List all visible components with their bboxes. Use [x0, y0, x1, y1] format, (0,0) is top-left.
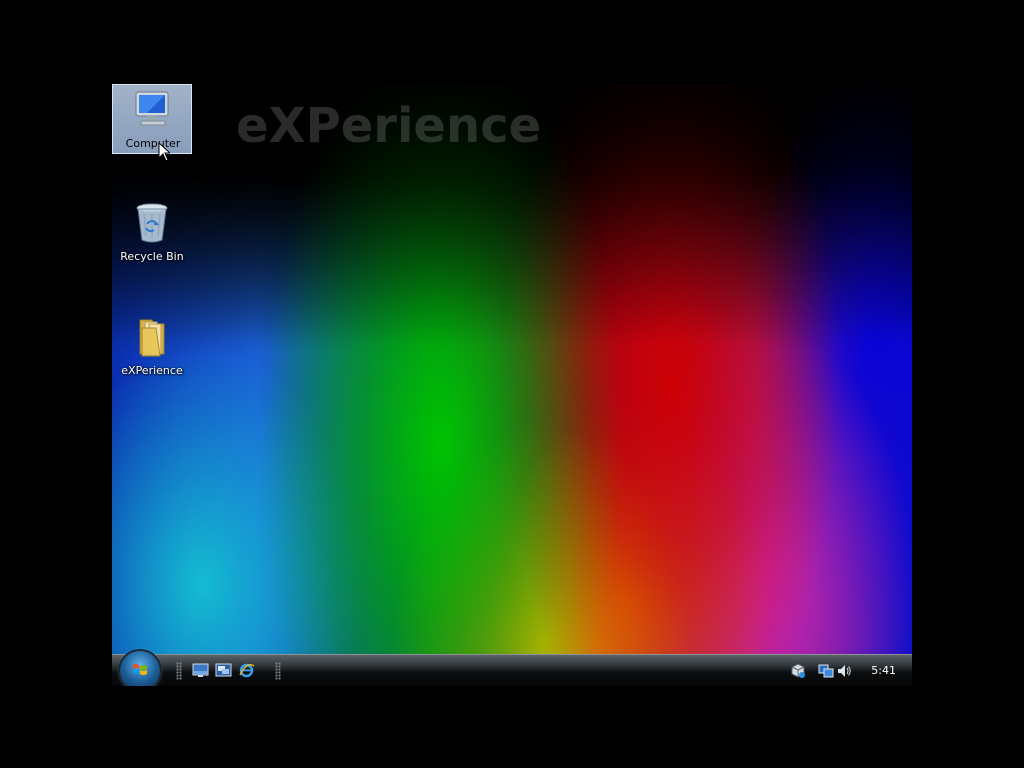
windows-orb-icon — [133, 664, 147, 675]
wallpaper-watermark: eXPerience — [236, 98, 542, 154]
switch-windows-icon[interactable] — [215, 663, 232, 678]
volume-icon[interactable] — [836, 663, 852, 679]
quick-launch-grip[interactable] — [176, 662, 182, 680]
desktop-icon-label: Recycle Bin — [120, 250, 184, 263]
desktop-icon-recycle-bin[interactable]: Recycle Bin — [112, 198, 192, 268]
recycle-bin-icon — [136, 203, 168, 243]
show-desktop-icon[interactable] — [192, 663, 209, 678]
folder-icon — [139, 319, 165, 357]
desktop-icon-experience-folder[interactable]: eXPerience — [112, 312, 192, 382]
network-status-icon[interactable] — [818, 663, 834, 679]
desktop[interactable]: eXPerience Computer Recycle Bin eXPerien — [112, 84, 912, 686]
taskbar-clock[interactable]: 5:41 — [871, 664, 896, 677]
desktop-icon-label: eXPerience — [121, 364, 183, 377]
desktop-icon-computer[interactable]: Computer — [112, 84, 192, 154]
desktop-icon-label: Computer — [125, 137, 181, 150]
taskbar: 5:41 — [112, 651, 912, 686]
taskbar-grip[interactable] — [275, 662, 281, 680]
computer-icon — [135, 91, 169, 126]
start-button[interactable] — [120, 651, 160, 686]
network-cube-icon[interactable] — [790, 663, 806, 679]
mouse-cursor-icon — [158, 142, 170, 162]
internet-explorer-icon[interactable] — [238, 663, 255, 678]
notification-area: 5:41 — [790, 655, 912, 686]
